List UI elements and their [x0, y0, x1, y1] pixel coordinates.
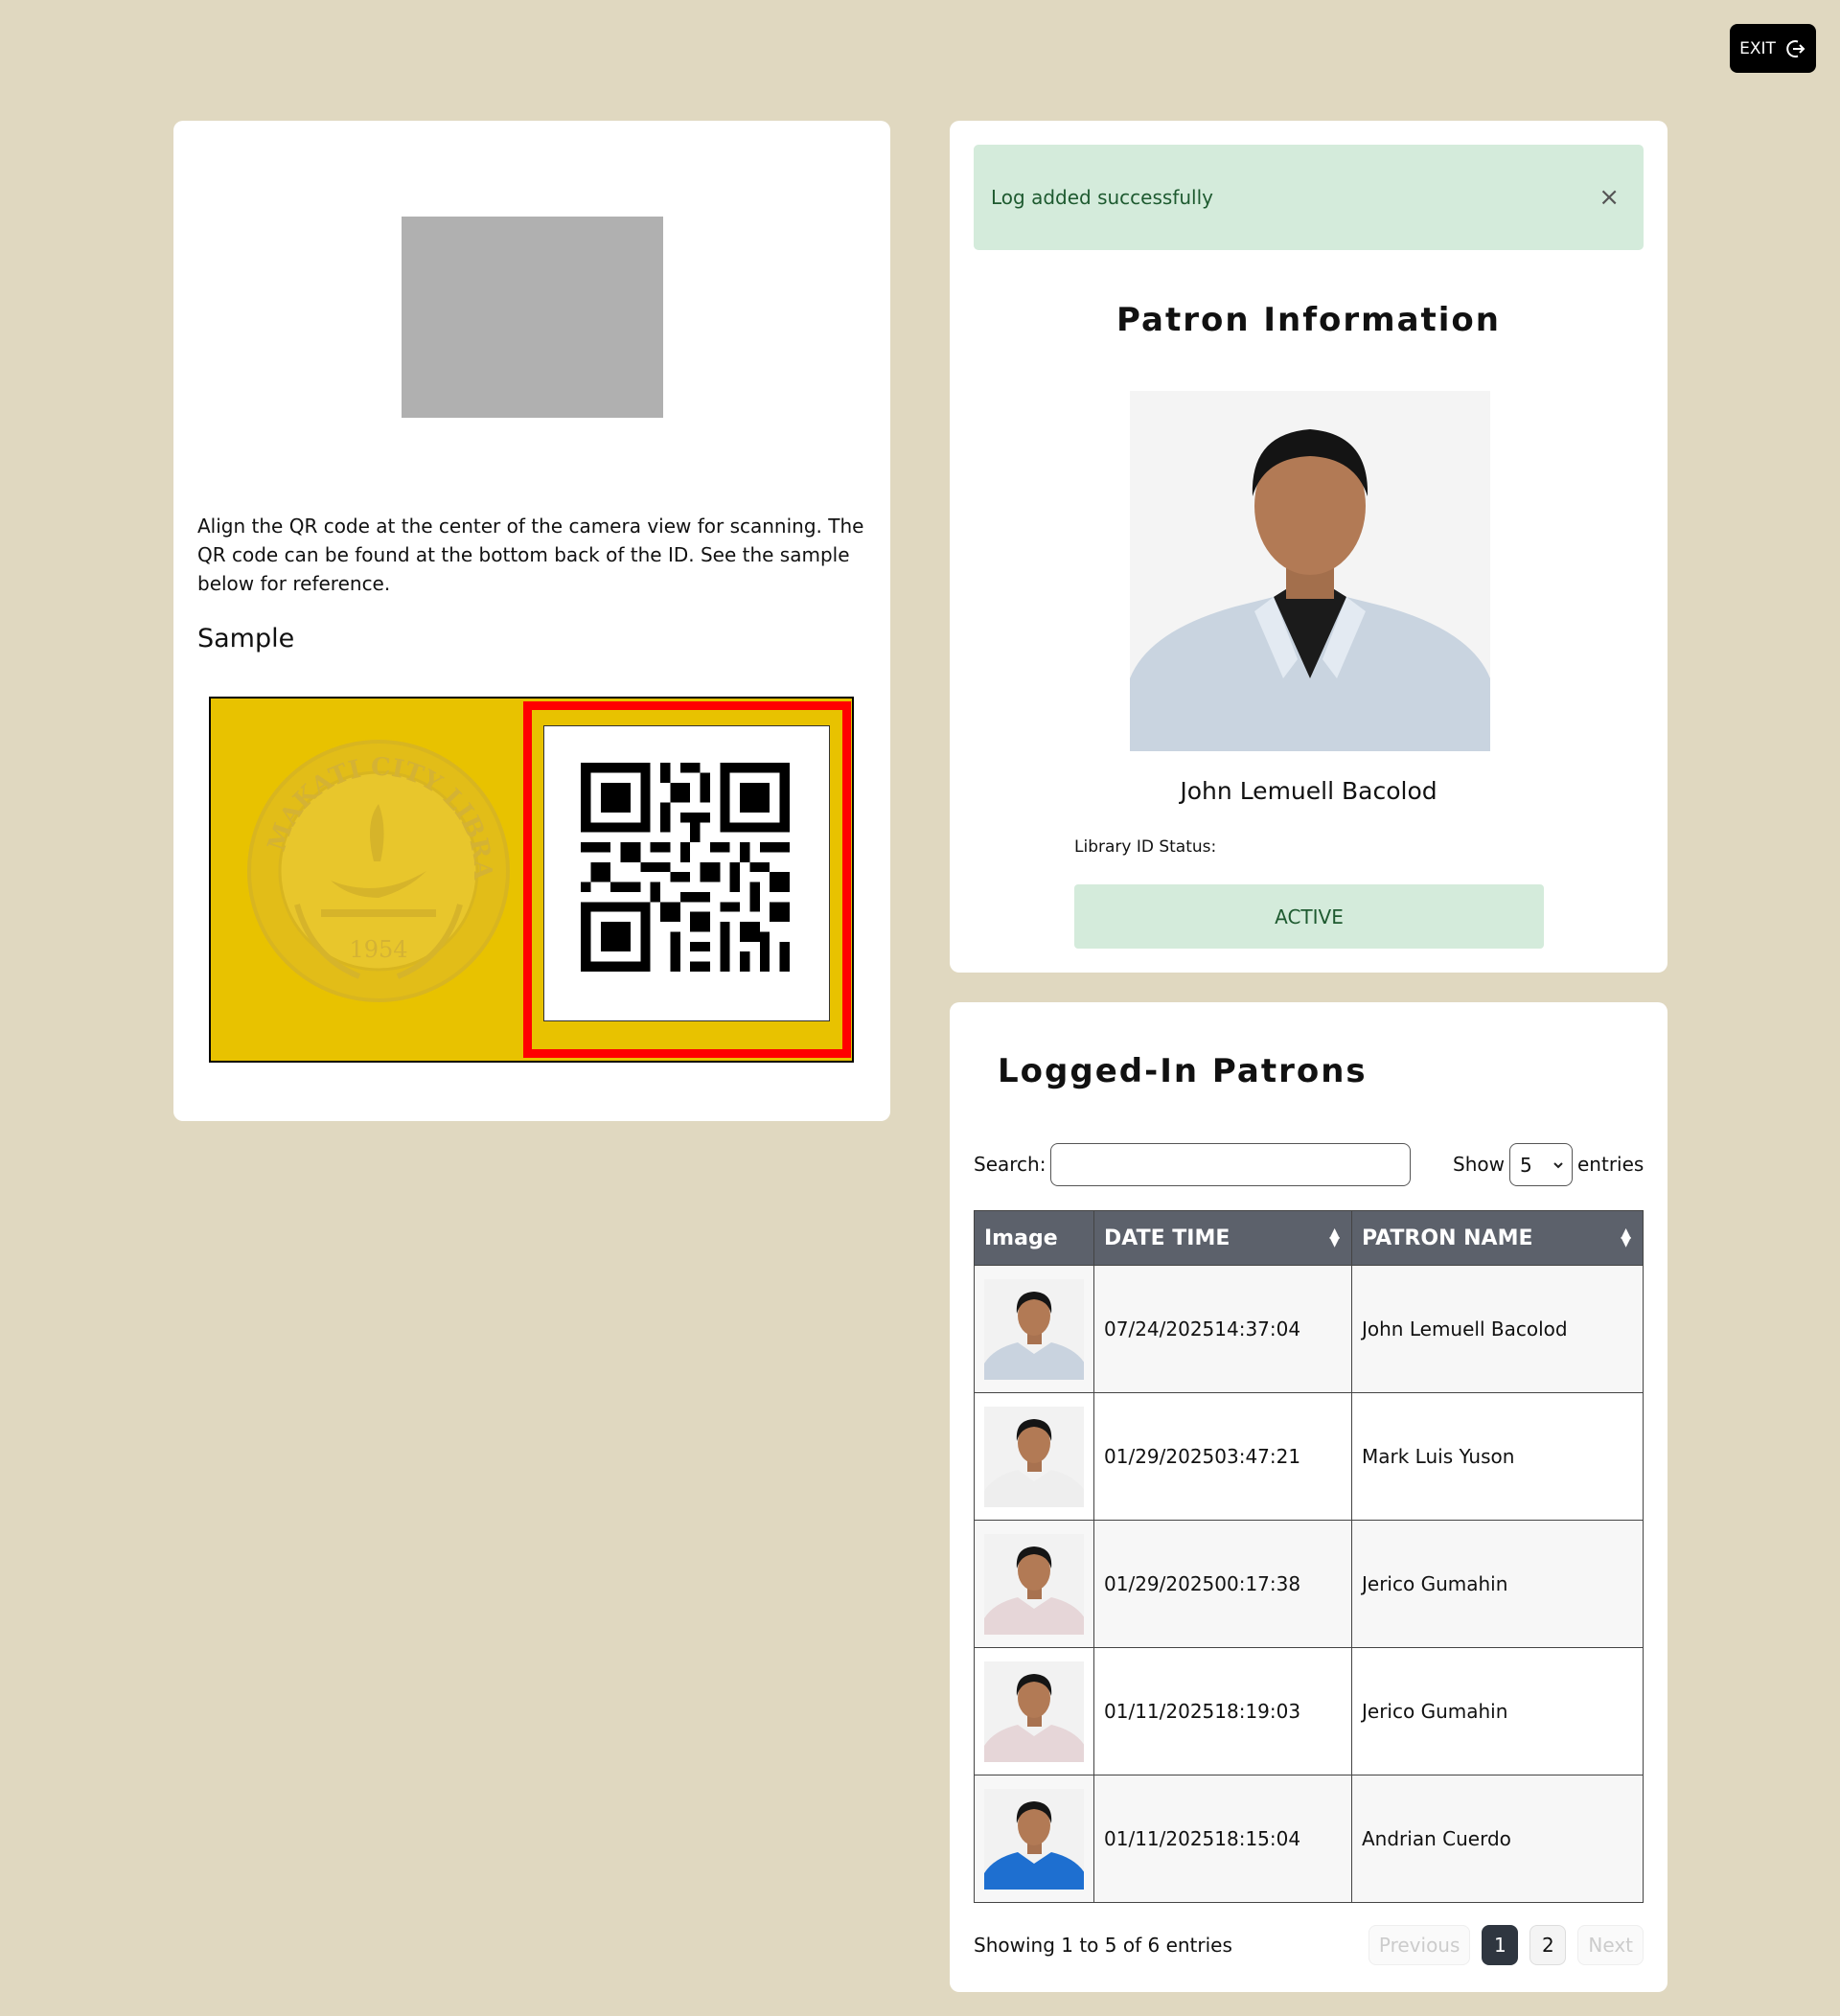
datetime-cell: 01/11/202518:19:03 — [1094, 1648, 1352, 1775]
logout-icon — [1786, 39, 1806, 57]
datetime-cell: 01/11/202518:15:04 — [1094, 1775, 1352, 1902]
chevron-down-icon — [1553, 1161, 1563, 1168]
patron-thumbnail — [984, 1406, 1084, 1507]
image-cell — [975, 1521, 1094, 1647]
patron-name-cell: Andrian Cuerdo — [1362, 1827, 1511, 1850]
avatar-icon — [984, 1661, 1084, 1762]
image-cell — [975, 1648, 1094, 1775]
next-button[interactable]: Next — [1577, 1925, 1644, 1965]
sort-icon: ▲ ▼ — [1621, 1226, 1631, 1249]
page-2-button[interactable]: 2 — [1530, 1925, 1567, 1965]
column-header-image[interactable]: Image — [975, 1211, 1094, 1265]
image-cell — [975, 1775, 1094, 1902]
column-label: DATE TIME — [1104, 1226, 1230, 1250]
page-1-button[interactable]: 1 — [1482, 1925, 1519, 1965]
svg-text:1954: 1954 — [349, 936, 407, 963]
datetime-cell: 01/29/202500:17:38 — [1094, 1521, 1352, 1647]
entries-label: entries — [1577, 1153, 1644, 1176]
status-label: Library ID Status: — [1074, 837, 1217, 857]
patron-name: John Lemuell Bacolod — [1180, 777, 1438, 805]
table-header: Image DATE TIME ▲ ▼ PATRON NAME ▲ ▼ — [975, 1211, 1643, 1265]
avatar-icon — [984, 1788, 1084, 1890]
image-cell — [975, 1266, 1094, 1392]
patron-thumbnail — [984, 1661, 1084, 1762]
table-row: 01/11/202518:15:04 Andrian Cuerdo — [975, 1775, 1643, 1902]
patron-name-cell: Jerico Gumahin — [1362, 1700, 1508, 1723]
camera-view — [402, 217, 663, 418]
success-alert: Log added successfully × — [974, 145, 1644, 250]
table-row: 01/29/202500:17:38 Jerico Gumahin — [975, 1520, 1643, 1647]
close-icon[interactable]: × — [1598, 183, 1620, 212]
column-label: PATRON NAME — [1362, 1226, 1533, 1250]
avatar-icon — [984, 1278, 1084, 1380]
search-input[interactable] — [1050, 1143, 1411, 1186]
patron-info-title: Patron Information — [1116, 301, 1501, 339]
patron-info-card: Log added successfully × Patron Informat… — [950, 121, 1668, 973]
table-body: 07/24/202514:37:04 John Lemuell Bacolod 01… — [975, 1265, 1643, 1902]
avatar-icon — [984, 1406, 1084, 1507]
column-header-datetime[interactable]: DATE TIME ▲ ▼ — [1094, 1211, 1352, 1265]
table-row: 07/24/202514:37:04 John Lemuell Bacolod — [975, 1265, 1643, 1392]
showing-entries: Showing 1 to 5 of 6 entries — [974, 1934, 1232, 1957]
patron-name-cell: Mark Luis Yuson — [1362, 1445, 1515, 1468]
patron-thumbnail — [984, 1533, 1084, 1635]
status-badge: ACTIVE — [1074, 884, 1544, 949]
search-label: Search: — [974, 1153, 1046, 1176]
patrons-table: Image DATE TIME ▲ ▼ PATRON NAME ▲ ▼ 07/24/20… — [974, 1210, 1644, 1903]
patron-avatar-icon — [1130, 391, 1490, 751]
show-label: Show — [1453, 1153, 1505, 1176]
patron-photo — [1130, 391, 1490, 751]
logged-in-patrons-card: Logged-In Patrons Search: Show 5 entries… — [950, 1002, 1668, 1992]
table-row: 01/29/202503:47:21 Mark Luis Yuson — [975, 1392, 1643, 1520]
exit-label: EXIT — [1739, 38, 1776, 58]
patron-thumbnail — [984, 1788, 1084, 1890]
avatar-icon — [984, 1533, 1084, 1635]
patron-name-cell: John Lemuell Bacolod — [1362, 1317, 1568, 1340]
qr-highlight-frame — [523, 701, 851, 1058]
logged-in-title: Logged-In Patrons — [998, 1052, 1368, 1090]
image-cell — [975, 1393, 1094, 1520]
scan-instructions: Align the QR code at the center of the c… — [197, 515, 864, 595]
pagination: Previous 1 2 Next — [1368, 1925, 1644, 1965]
patron-name-cell: Jerico Gumahin — [1362, 1572, 1508, 1595]
exit-button[interactable]: EXIT — [1730, 24, 1816, 73]
qr-code-icon — [581, 763, 790, 972]
scanner-card: Align the QR code at the center of the c… — [173, 121, 890, 1121]
previous-button[interactable]: Previous — [1368, 1925, 1471, 1965]
entries-select[interactable]: 5 — [1509, 1143, 1573, 1186]
qr-sample — [543, 725, 830, 1021]
datetime-cell: 07/24/202514:37:04 — [1094, 1266, 1352, 1392]
datetime-cell: 01/29/202503:47:21 — [1094, 1393, 1352, 1520]
sample-title: Sample — [197, 624, 295, 653]
column-header-patron-name[interactable]: PATRON NAME ▲ ▼ — [1352, 1211, 1643, 1265]
table-row: 01/11/202518:19:03 Jerico Gumahin — [975, 1647, 1643, 1775]
sample-id-card: MAKATI CITY LIBRARY 1954 — [209, 697, 854, 1063]
patron-thumbnail — [984, 1278, 1084, 1380]
sort-icon: ▲ ▼ — [1329, 1226, 1340, 1249]
column-label: Image — [984, 1226, 1058, 1250]
entries-value: 5 — [1520, 1153, 1532, 1177]
library-seal-icon: MAKATI CITY LIBRARY 1954 — [244, 737, 510, 1002]
alert-message: Log added successfully — [991, 186, 1213, 209]
